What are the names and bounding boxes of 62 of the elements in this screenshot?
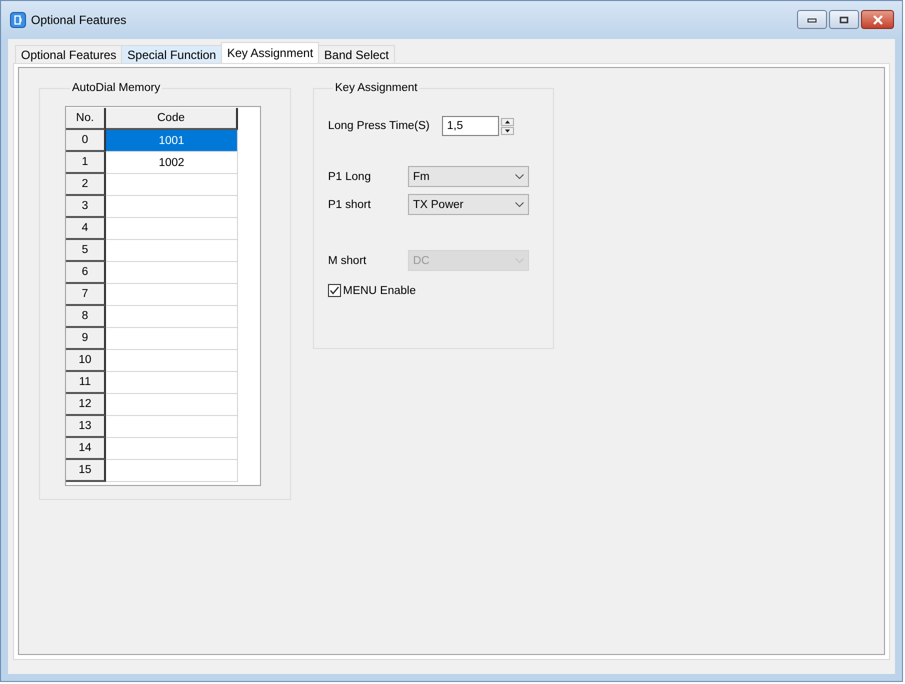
column-header[interactable]: No. <box>66 108 106 130</box>
row-header[interactable]: 14 <box>66 438 106 460</box>
table-cell[interactable] <box>106 394 238 416</box>
checkbox-label: MENU Enable <box>343 284 416 296</box>
dropdown[interactable]: TX Power <box>408 194 529 215</box>
row-header[interactable]: 3 <box>66 196 106 218</box>
table-cell[interactable] <box>106 262 238 284</box>
spin-down-button[interactable] <box>501 126 514 134</box>
row-header[interactable]: 13 <box>66 416 106 438</box>
spin-up-button[interactable] <box>501 118 514 126</box>
table-cell[interactable] <box>106 240 238 262</box>
tab[interactable]: Band Select <box>318 45 395 63</box>
maximize-icon <box>839 16 849 24</box>
table-cell[interactable] <box>106 196 238 218</box>
field-label: P1 Long <box>328 170 372 182</box>
table-cell[interactable] <box>106 350 238 372</box>
input-field[interactable]: 1,5 <box>442 116 499 136</box>
close-icon <box>872 14 884 24</box>
app-icon <box>10 12 26 28</box>
chevron-icon <box>515 258 524 263</box>
table-cell[interactable] <box>106 284 238 306</box>
table-cell[interactable] <box>106 306 238 328</box>
column-header[interactable]: Code <box>106 108 238 130</box>
row-header[interactable]: 0 <box>66 130 106 152</box>
table-cell[interactable] <box>106 174 238 196</box>
row-header[interactable]: 4 <box>66 218 106 240</box>
row-header[interactable]: 2 <box>66 174 106 196</box>
row-header[interactable]: 6 <box>66 262 106 284</box>
row-header[interactable]: 1 <box>66 152 106 174</box>
row-header[interactable]: 7 <box>66 284 106 306</box>
chevron-icon <box>515 202 524 207</box>
group-title: Key Assignment <box>334 82 418 94</box>
row-header[interactable]: 12 <box>66 394 106 416</box>
chevron-icon <box>515 174 524 179</box>
table-cell[interactable] <box>106 438 238 460</box>
table-cell[interactable] <box>106 372 238 394</box>
row-header[interactable]: 15 <box>66 460 106 482</box>
table-cell[interactable] <box>106 328 238 350</box>
dropdown[interactable]: Fm <box>408 166 529 187</box>
field-label: M short <box>328 254 368 266</box>
table-cell[interactable]: 1001 <box>106 130 238 152</box>
minimize-button[interactable] <box>797 10 827 29</box>
table-cell[interactable]: 1002 <box>106 152 238 174</box>
row-header[interactable]: 5 <box>66 240 106 262</box>
tab[interactable]: Key Assignment <box>221 42 320 63</box>
field-label: P1 short <box>328 198 372 210</box>
maximize-button[interactable] <box>829 10 859 29</box>
window-title: Optional Features <box>31 13 128 27</box>
table-cell[interactable] <box>106 416 238 438</box>
table-cell[interactable] <box>106 218 238 240</box>
row-header[interactable]: 10 <box>66 350 106 372</box>
minimize-icon <box>807 16 817 22</box>
row-header[interactable]: 11 <box>66 372 106 394</box>
row-header[interactable]: 8 <box>66 306 106 328</box>
row-header[interactable]: 9 <box>66 328 106 350</box>
close-button[interactable] <box>861 10 894 29</box>
tab[interactable]: Optional Features <box>15 45 122 63</box>
field-label: Long Press Time(S) <box>328 120 431 132</box>
checkbox[interactable] <box>328 284 341 297</box>
table-cell[interactable] <box>106 460 238 482</box>
group-title: AutoDial Memory <box>71 82 162 94</box>
tab[interactable]: Special Function <box>121 45 222 63</box>
